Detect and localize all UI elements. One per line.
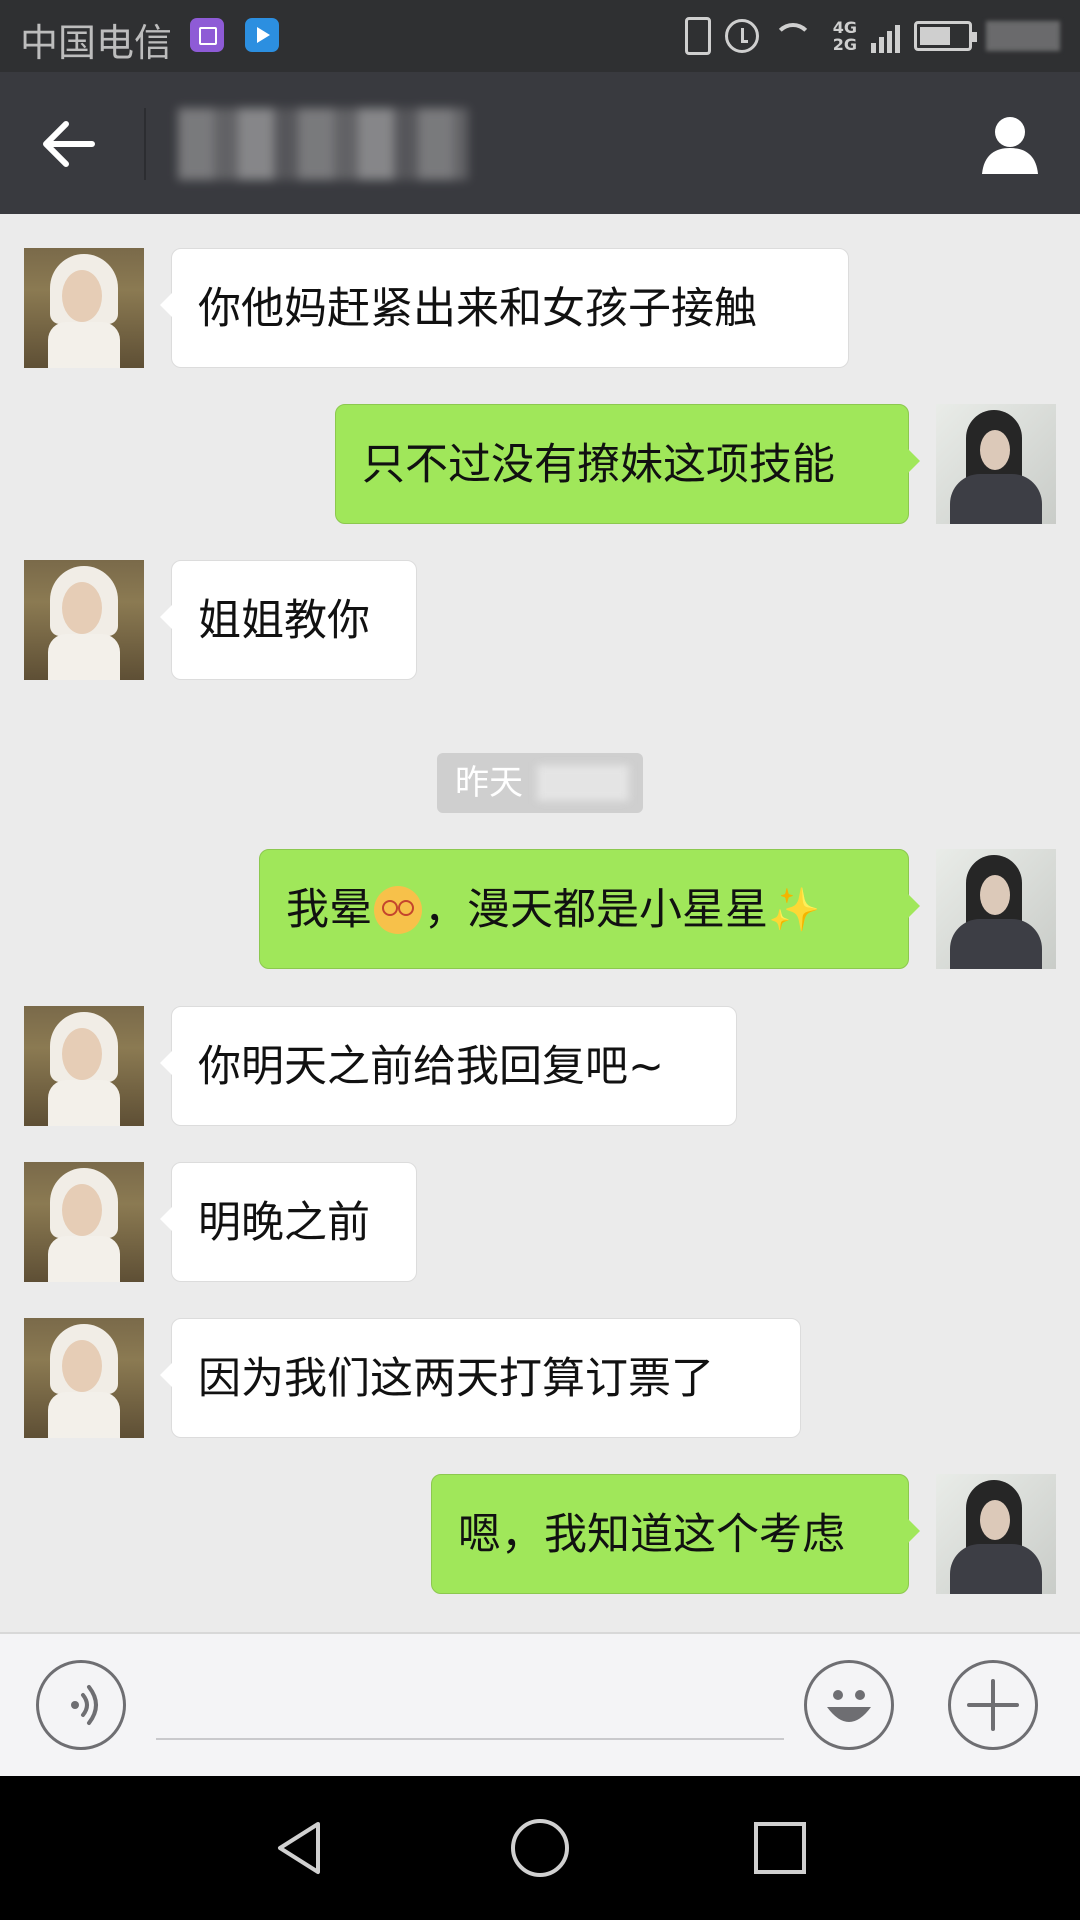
arrow-left-icon	[43, 121, 95, 167]
carrier-label: 中国电信	[20, 21, 173, 65]
square-recents-icon	[754, 1822, 806, 1874]
circle-home-icon	[511, 1819, 569, 1877]
more-options-button[interactable]	[948, 1660, 1038, 1750]
triangle-back-icon	[278, 1822, 320, 1874]
vibrate-icon	[684, 17, 711, 55]
incoming-message[interactable]: 你明天之前给我回复吧~	[160, 1006, 737, 1126]
voice-input-button[interactable]	[36, 1660, 126, 1750]
clock-redacted	[986, 21, 1060, 51]
system-navigation-bar	[0, 1776, 1080, 1920]
message-text: ，漫天都是小星星	[424, 885, 768, 935]
video-app-icon	[245, 18, 279, 52]
battery-icon	[914, 21, 977, 51]
incoming-message[interactable]: 明晚之前	[160, 1162, 417, 1282]
contact-avatar[interactable]	[24, 1006, 144, 1126]
voice-icon	[71, 1685, 98, 1725]
nav-back-button[interactable]	[268, 1816, 332, 1880]
incoming-message[interactable]: 因为我们这两天打算订票了	[160, 1318, 801, 1438]
my-avatar[interactable]	[936, 1474, 1056, 1594]
date-separator: 昨天	[437, 753, 643, 813]
outgoing-message[interactable]: 嗯，我知道这个考虑	[431, 1474, 920, 1594]
alarm-icon	[724, 19, 759, 53]
wifi-icon	[772, 19, 819, 53]
smiley-icon	[827, 1690, 871, 1722]
contact-avatar[interactable]	[24, 1318, 144, 1438]
status-icons: 4G 2G	[684, 14, 1060, 58]
plus-icon	[967, 1679, 1019, 1731]
incoming-message[interactable]: 姐姐教你	[160, 560, 417, 680]
my-avatar[interactable]	[936, 849, 1056, 969]
date-label: 昨天	[455, 763, 523, 803]
incoming-message[interactable]: 你他妈赶紧出来和女孩子接触	[160, 248, 849, 368]
emoji-button[interactable]	[804, 1660, 894, 1750]
time-redacted	[537, 765, 629, 801]
network-4g-label: 4G	[832, 18, 857, 37]
gallery-app-icon	[190, 18, 224, 52]
my-avatar[interactable]	[936, 404, 1056, 524]
contact-avatar[interactable]	[24, 248, 144, 368]
network-type: 4G 2G	[833, 19, 857, 53]
message-input[interactable]	[156, 1674, 784, 1740]
back-button[interactable]	[40, 116, 100, 172]
chat-title	[178, 108, 468, 180]
signal-icon	[871, 19, 900, 53]
sparkles-icon: ✨	[768, 885, 821, 934]
message-input-bar	[0, 1632, 1080, 1776]
message-text: 我晕	[286, 885, 372, 935]
outgoing-message[interactable]: 只不过没有撩妹这项技能	[335, 404, 920, 524]
contact-avatar[interactable]	[24, 1162, 144, 1282]
chat-header	[0, 72, 1080, 214]
dizzy-face-icon	[374, 885, 422, 934]
contact-info-button[interactable]	[978, 112, 1042, 176]
network-2g-label: 2G	[832, 35, 857, 54]
nav-recents-button[interactable]	[748, 1816, 812, 1880]
contact-avatar[interactable]	[24, 560, 144, 680]
header-divider	[144, 108, 146, 180]
person-icon	[982, 117, 1038, 174]
nav-home-button[interactable]	[508, 1816, 572, 1880]
status-bar: 中国电信 4G 2G	[0, 0, 1080, 72]
outgoing-message[interactable]: 我晕 ，漫天都是小星星✨	[259, 849, 920, 969]
